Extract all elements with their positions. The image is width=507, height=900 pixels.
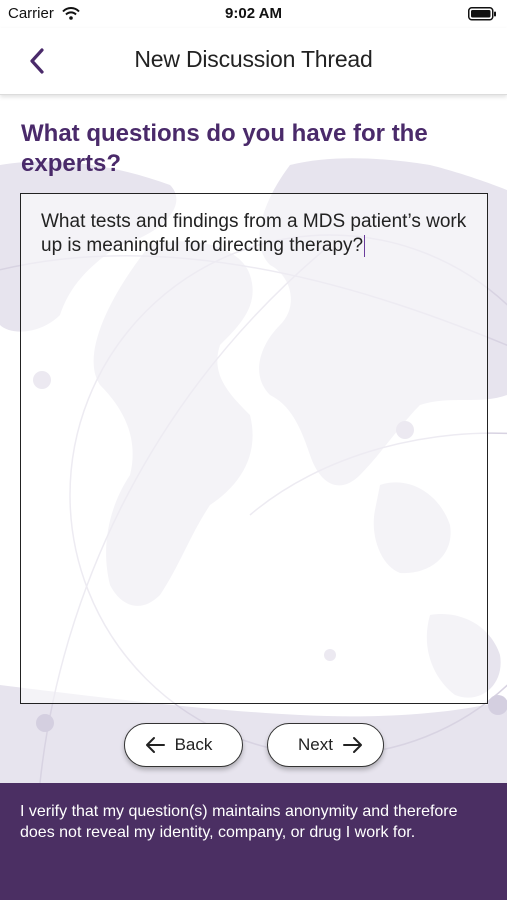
question-heading: What questions do you have for the exper… [21, 120, 428, 177]
status-bar: Carrier 9:02 AM [0, 0, 507, 28]
battery-icon [468, 7, 497, 26]
navigation-bar: New Discussion Thread [0, 28, 507, 95]
text-cursor [364, 234, 366, 257]
back-button[interactable]: Back [124, 723, 243, 767]
main-content: What questions do you have for the exper… [0, 95, 507, 783]
back-button-label: Back [174, 735, 213, 754]
status-time: 9:02 AM [225, 5, 282, 22]
next-button[interactable]: Next [267, 723, 384, 767]
next-button-label: Next [298, 735, 333, 754]
question-text: What tests and findings from a MDS patie… [41, 211, 467, 256]
anonymity-disclaimer: I verify that my question(s) maintains a… [0, 783, 507, 900]
arrow-right-icon [342, 737, 362, 753]
question-textarea[interactable]: What tests and findings from a MDS patie… [20, 193, 488, 704]
arrow-left-icon [145, 737, 165, 753]
page-title: New Discussion Thread [134, 46, 373, 72]
